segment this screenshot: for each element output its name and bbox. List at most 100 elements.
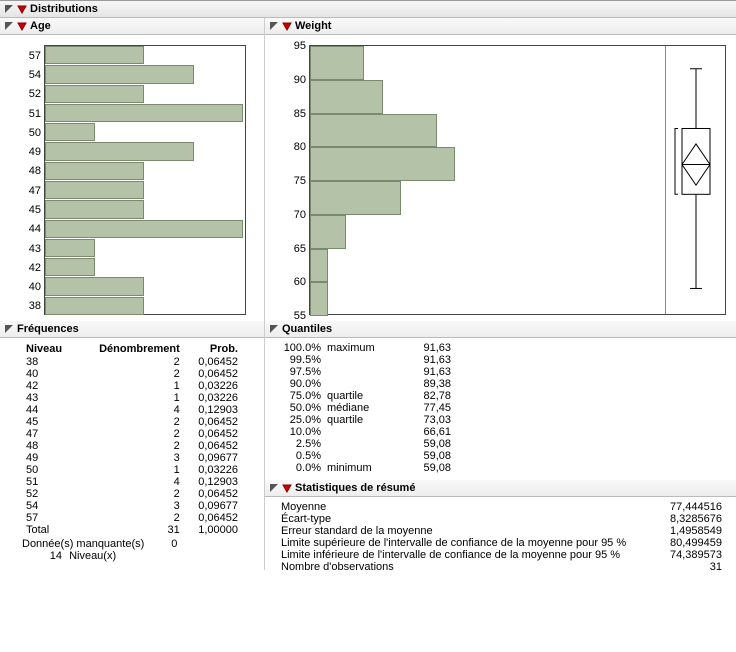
table-row: 5720,06452 bbox=[22, 512, 242, 524]
table-row: 50.0%médiane77,45 bbox=[277, 402, 457, 414]
quantiles-header[interactable]: Quantiles bbox=[265, 321, 736, 338]
menu-icon[interactable] bbox=[282, 21, 292, 31]
chart-bar[interactable] bbox=[310, 147, 455, 181]
axis-tick-label: 49 bbox=[29, 146, 41, 158]
distributions-panel: Distributions Age 5754525150494847454443… bbox=[0, 0, 736, 581]
distributions-header[interactable]: Distributions bbox=[0, 1, 736, 18]
weight-panel: Weight 556065707580859095 Quantiles 100.… bbox=[265, 18, 736, 581]
nlevels-val: 14 bbox=[42, 550, 62, 562]
axis-tick-label: 51 bbox=[29, 108, 41, 120]
table-row: 4210,03226 bbox=[22, 380, 242, 392]
total-label: Total bbox=[22, 524, 76, 536]
axis-tick-label: 57 bbox=[29, 50, 41, 62]
distributions-title: Distributions bbox=[30, 3, 98, 15]
summary-title: Statistiques de résumé bbox=[295, 482, 415, 494]
axis-tick-label: 55 bbox=[294, 310, 306, 322]
table-row: 25.0%quartile73,03 bbox=[277, 414, 457, 426]
disclosure-icon[interactable] bbox=[269, 483, 279, 493]
table-row: Moyenne77,444516 bbox=[277, 501, 726, 513]
chart-bar[interactable] bbox=[310, 181, 401, 215]
chart-bar[interactable] bbox=[45, 297, 144, 315]
table-row: 100.0%maximum91,63 bbox=[277, 342, 457, 354]
chart-bar[interactable] bbox=[310, 80, 383, 114]
box-plot[interactable] bbox=[666, 46, 726, 316]
age-header[interactable]: Age bbox=[0, 18, 264, 35]
table-row: 4930,09677 bbox=[22, 452, 242, 464]
chart-bar[interactable] bbox=[45, 200, 144, 218]
chart-bar[interactable] bbox=[45, 258, 95, 276]
chart-bar[interactable] bbox=[45, 85, 144, 103]
missing-val: 0 bbox=[147, 538, 177, 550]
frequencies-title: Fréquences bbox=[17, 323, 79, 335]
disclosure-icon[interactable] bbox=[4, 324, 14, 334]
chart-bar[interactable] bbox=[45, 181, 144, 199]
axis-tick-label: 42 bbox=[29, 262, 41, 274]
table-row: 4310,03226 bbox=[22, 392, 242, 404]
axis-tick-label: 75 bbox=[294, 175, 306, 187]
disclosure-icon[interactable] bbox=[269, 21, 279, 31]
frequencies-header[interactable]: Fréquences bbox=[0, 321, 264, 338]
weight-chart[interactable]: 556065707580859095 bbox=[309, 45, 726, 315]
axis-tick-label: 44 bbox=[29, 223, 41, 235]
disclosure-icon[interactable] bbox=[269, 324, 279, 334]
axis-tick-label: 80 bbox=[294, 141, 306, 153]
summary-header[interactable]: Statistiques de résumé bbox=[265, 480, 736, 497]
frequencies-table: Niveau Dénombrement Prob. 3820,064524020… bbox=[0, 338, 264, 570]
chart-bar[interactable] bbox=[45, 65, 194, 83]
axis-tick-label: 47 bbox=[29, 185, 41, 197]
table-row: 0.0%minimum59,08 bbox=[277, 462, 457, 474]
weight-header[interactable]: Weight bbox=[265, 18, 736, 35]
table-row: Limite inférieure de l'intervalle de con… bbox=[277, 549, 726, 561]
total-prob: 1,00000 bbox=[184, 524, 242, 536]
chart-bar[interactable] bbox=[310, 46, 364, 80]
chart-bar[interactable] bbox=[45, 46, 144, 64]
chart-bar[interactable] bbox=[310, 114, 437, 148]
table-row: 5220,06452 bbox=[22, 488, 242, 500]
disclosure-icon[interactable] bbox=[4, 4, 14, 14]
chart-bar[interactable] bbox=[310, 282, 328, 316]
table-row: 3820,06452 bbox=[22, 356, 242, 368]
chart-bar[interactable] bbox=[45, 123, 95, 141]
axis-tick-label: 60 bbox=[294, 276, 306, 288]
table-row: 5010,03226 bbox=[22, 464, 242, 476]
age-panel: Age 5754525150494847454443424038 Fréquen… bbox=[0, 18, 265, 570]
table-row: 99.5%91,63 bbox=[277, 354, 457, 366]
axis-tick-label: 52 bbox=[29, 88, 41, 100]
menu-icon[interactable] bbox=[282, 483, 292, 493]
axis-tick-label: 48 bbox=[29, 165, 41, 177]
chart-bar[interactable] bbox=[310, 249, 328, 283]
age-title: Age bbox=[30, 20, 51, 32]
table-row: 2.5%59,08 bbox=[277, 438, 457, 450]
menu-icon[interactable] bbox=[17, 4, 27, 14]
chart-bar[interactable] bbox=[45, 220, 243, 238]
table-row: 5430,09677 bbox=[22, 500, 242, 512]
chart-bar[interactable] bbox=[310, 215, 346, 249]
table-row: 4720,06452 bbox=[22, 428, 242, 440]
summary-table: Moyenne77,444516Écart-type8,3285676Erreu… bbox=[265, 497, 736, 581]
chart-bar[interactable] bbox=[45, 104, 243, 122]
total-count: 31 bbox=[76, 524, 184, 536]
table-row: Erreur standard de la moyenne1,4958549 bbox=[277, 525, 726, 537]
table-row: 75.0%quartile82,78 bbox=[277, 390, 457, 402]
col-prob: Prob. bbox=[184, 342, 242, 356]
axis-tick-label: 45 bbox=[29, 204, 41, 216]
axis-tick-label: 40 bbox=[29, 281, 41, 293]
chart-bar[interactable] bbox=[45, 239, 95, 257]
axis-tick-label: 43 bbox=[29, 243, 41, 255]
table-row: 90.0%89,38 bbox=[277, 378, 457, 390]
table-row: 4020,06452 bbox=[22, 368, 242, 380]
axis-tick-label: 95 bbox=[294, 40, 306, 52]
table-row: Écart-type8,3285676 bbox=[277, 513, 726, 525]
col-level: Niveau bbox=[22, 342, 76, 356]
chart-bar[interactable] bbox=[45, 162, 144, 180]
chart-bar[interactable] bbox=[45, 277, 144, 295]
menu-icon[interactable] bbox=[17, 21, 27, 31]
chart-bar[interactable] bbox=[45, 142, 194, 160]
axis-tick-label: 50 bbox=[29, 127, 41, 139]
table-row: 97.5%91,63 bbox=[277, 366, 457, 378]
missing-label: Donnée(s) manquante(s) bbox=[22, 538, 144, 550]
disclosure-icon[interactable] bbox=[4, 21, 14, 31]
age-chart[interactable]: 5754525150494847454443424038 bbox=[44, 45, 246, 315]
axis-tick-label: 65 bbox=[294, 243, 306, 255]
axis-tick-label: 38 bbox=[29, 300, 41, 312]
